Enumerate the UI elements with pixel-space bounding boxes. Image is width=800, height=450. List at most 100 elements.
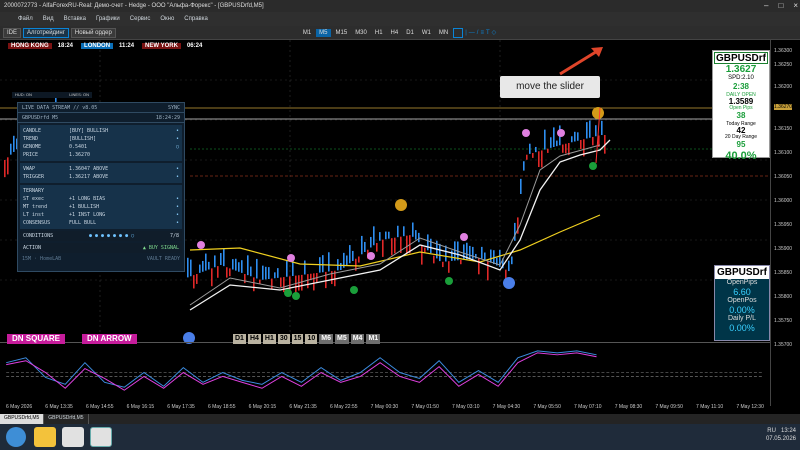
trendline-icon[interactable]: / [477,30,479,36]
toolbar: IDE Алготрейдинг Новый ордер M1 M5 M15 M… [0,26,800,40]
start-button-icon[interactable] [6,427,26,447]
menu-tools[interactable]: Сервис [130,16,151,22]
candle [472,246,474,259]
panel-section-candle: CANDLE [BUY] BULLISH • TREND [BULLISH] • GEN… [20,125,182,161]
tf-button-10[interactable]: 10 [305,334,318,344]
shapes-icon[interactable]: ◇ [492,29,497,36]
system-tray: RU 13:24 07.05.2026 [766,427,796,443]
hud-toggle[interactable]: HUD: ON [15,92,32,98]
tf-button-h1[interactable]: H1 [262,334,276,344]
price-tick: 1.35900 [774,246,793,252]
menu-insert[interactable]: Вставка [64,16,86,22]
tf-button-h4[interactable]: H4 [247,334,261,344]
menu-charts[interactable]: Графики [96,16,120,22]
tf-m30[interactable]: M30 [352,29,370,37]
candle [550,137,552,148]
tf-h4[interactable]: H4 [388,29,402,37]
candle [244,274,246,284]
yandex-browser-icon[interactable] [62,427,84,447]
text-icon[interactable]: T [486,30,490,36]
ide-button[interactable]: IDE [3,27,22,38]
candle [430,238,432,253]
candle [328,252,330,272]
tf-m5[interactable]: M5 [316,28,331,37]
dn-square-tag[interactable]: DN SQUARE [7,334,66,344]
candle [565,143,567,154]
candle [547,148,549,153]
time-axis: 6 May 2026 6 May 13:35 6 May 14:55 6 May 16… [0,404,770,414]
chart-tab[interactable]: GBPUSDrfd,M5 [44,414,89,424]
time-tick: 6 May 21:35 [289,404,317,410]
tf-button-15[interactable]: 15 [291,334,304,344]
candle [469,245,471,260]
close-icon[interactable]: × [793,0,798,12]
candle [253,277,255,292]
menu-help[interactable]: Справка [184,16,208,22]
time-tick: 6 May 13:35 [45,404,73,410]
candle [238,262,240,272]
menu-view[interactable]: Вид [43,16,54,22]
position-open-pos: 0.00% [729,305,755,315]
time-tick: 6 May 17:35 [167,404,195,410]
candle [427,234,429,251]
candle [280,277,282,287]
tf-button-d1[interactable]: D1 [233,334,246,344]
time-tick: 7 May 11:10 [696,404,724,410]
candle [442,261,444,268]
channel-icon[interactable]: ≡ [480,30,484,36]
candle [388,231,390,239]
new-order-button[interactable]: Новый ордер [70,27,116,38]
price-tick: 1.36250 [774,62,793,68]
candle [532,153,534,158]
session-clocks: HONG KONG 18:24 LONDON 11:24 NEW YORK 06… [5,42,205,50]
candle [478,258,480,275]
tf-mn[interactable]: MN [436,29,451,37]
trading-terminal-icon[interactable] [90,427,112,447]
candle [382,239,384,257]
crosshair-icon[interactable] [453,27,464,38]
candle [190,259,192,277]
window-controls: – □ × [764,0,798,12]
tf-d1[interactable]: D1 [403,29,417,37]
candle [271,278,273,290]
file-explorer-icon[interactable] [34,427,56,447]
oscillator-subwindow[interactable] [0,342,770,404]
tf-h1[interactable]: H1 [372,29,386,37]
horizontal-line-icon[interactable]: — [469,30,475,36]
candle [406,235,408,254]
info-percent: 40.0% [725,150,757,162]
maximize-icon[interactable]: □ [778,0,783,12]
minimize-icon[interactable]: – [764,0,768,12]
tf-button-m4[interactable]: M4 [350,334,365,344]
tf-button-m1[interactable]: M1 [366,334,381,344]
tf-w1[interactable]: W1 [419,29,434,37]
tf-button-m5[interactable]: M5 [334,334,349,344]
candle [268,267,270,279]
menu-file[interactable]: Файл [18,16,33,22]
dn-arrow-tag[interactable]: DN ARROW [82,334,137,344]
clock-date[interactable]: 07.05.2026 [766,436,796,442]
price-tick: 1.36050 [774,174,793,180]
price-axis: 1.36300 1.36250 1.36270 1.36200 1.36150 … [770,40,800,406]
info-symbol: GBPUSDrf [714,52,768,64]
oscillator-magenta-line [6,352,597,391]
tf-m15[interactable]: M15 [333,29,351,37]
candle [205,253,207,271]
tf-button-30[interactable]: 30 [277,334,290,344]
candle [448,261,450,273]
algo-trading-button[interactable]: Алготрейдинг [23,27,69,38]
hud-toggle-bar[interactable]: HUD: ON LINES: ON [12,92,92,98]
chart-tab[interactable]: GBPUSDrfd,M5 [0,414,45,424]
candle [487,261,489,281]
language-indicator[interactable]: RU [767,428,776,434]
candle [460,260,462,265]
lines-toggle[interactable]: LINES: ON [69,92,89,98]
tf-m1[interactable]: M1 [300,29,314,37]
menu-window[interactable]: Окно [160,16,174,22]
clock-time[interactable]: 13:24 [781,428,796,434]
candle [364,241,366,252]
candle [211,268,213,287]
blue-signal-dot [503,277,515,289]
vertical-line-icon[interactable]: | [465,30,467,36]
tf-button-m6[interactable]: M6 [319,334,333,344]
